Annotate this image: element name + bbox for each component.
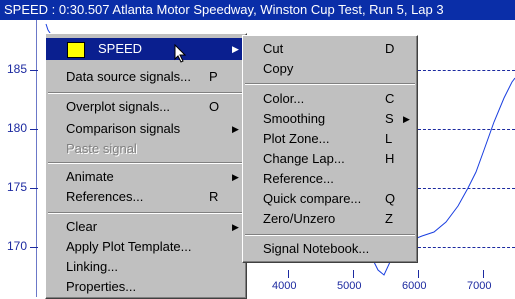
menu-item-label: References... bbox=[66, 189, 144, 204]
menu-item-shortcut: L bbox=[385, 131, 393, 146]
menu-item-smoothing[interactable]: Smoothing S ▶ bbox=[243, 108, 417, 130]
menu-separator bbox=[48, 212, 244, 214]
menu-item-copy[interactable]: Copy bbox=[243, 58, 417, 80]
signal-submenu[interactable]: Cut D Copy Color... C Smoothing S ▶ Plot… bbox=[242, 35, 418, 263]
menu-item-label: SPEED bbox=[98, 41, 143, 56]
menu-item-apply-plot-template[interactable]: Apply Plot Template... bbox=[46, 236, 246, 258]
menu-item-shortcut: Q bbox=[385, 191, 396, 206]
menu-item-label: Zero/Unzero bbox=[263, 211, 336, 226]
menu-item-label: Quick compare... bbox=[263, 191, 362, 206]
menu-item-label: Comparison signals bbox=[66, 121, 181, 136]
menu-item-shortcut: H bbox=[385, 151, 395, 166]
menu-item-signal-notebook[interactable]: Signal Notebook... bbox=[243, 238, 417, 260]
menu-item-label: Change Lap... bbox=[263, 151, 345, 166]
submenu-arrow-icon: ▶ bbox=[232, 124, 239, 134]
context-menu[interactable]: SPEED ▶ Data source signals... P Overplo… bbox=[45, 33, 247, 299]
menu-item-plot-zone[interactable]: Plot Zone... L bbox=[243, 128, 417, 150]
menu-item-label: Plot Zone... bbox=[263, 131, 330, 146]
menu-separator bbox=[245, 234, 415, 236]
menu-item-label: Data source signals... bbox=[66, 69, 192, 84]
menu-item-change-lap[interactable]: Change Lap... H bbox=[243, 148, 417, 170]
menu-item-label: Properties... bbox=[66, 279, 137, 294]
menu-item-reference[interactable]: Reference... bbox=[243, 168, 417, 190]
menu-item-label: Apply Plot Template... bbox=[66, 239, 192, 254]
menu-item-references[interactable]: References... R bbox=[46, 186, 246, 208]
menu-separator bbox=[48, 162, 244, 164]
menu-item-comparison-signals[interactable]: Comparison signals ▶ bbox=[46, 118, 246, 140]
submenu-arrow-icon: ▶ bbox=[403, 114, 410, 124]
menu-item-cut[interactable]: Cut D bbox=[243, 38, 417, 60]
menu-item-label: Paste signal bbox=[66, 141, 137, 156]
menu-item-paste-signal: Paste signal bbox=[46, 138, 246, 160]
menu-item-linking[interactable]: Linking... bbox=[46, 256, 246, 278]
menu-item-label: Clear bbox=[66, 219, 98, 234]
menu-item-overplot-signals[interactable]: Overplot signals... O bbox=[46, 96, 246, 118]
menu-item-label: Reference... bbox=[263, 171, 334, 186]
submenu-arrow-icon: ▶ bbox=[232, 222, 239, 232]
menu-item-label: Animate bbox=[66, 169, 114, 184]
menu-item-shortcut: R bbox=[209, 189, 219, 204]
menu-item-data-source-signals[interactable]: Data source signals... P bbox=[46, 66, 246, 88]
menu-item-animate[interactable]: Animate ▶ bbox=[46, 166, 246, 188]
submenu-arrow-icon: ▶ bbox=[232, 172, 239, 182]
menu-item-label: Copy bbox=[263, 61, 294, 76]
menu-item-label: Cut bbox=[263, 41, 284, 56]
menu-item-properties[interactable]: Properties... bbox=[46, 276, 246, 298]
menu-item-speed[interactable]: SPEED ▶ bbox=[46, 38, 246, 60]
menu-item-shortcut: Z bbox=[385, 211, 393, 226]
mouse-cursor-icon bbox=[174, 44, 187, 63]
menu-item-shortcut: S bbox=[385, 111, 394, 126]
menu-item-clear[interactable]: Clear ▶ bbox=[46, 216, 246, 238]
menu-separator bbox=[48, 92, 244, 94]
menu-item-quick-compare[interactable]: Quick compare... Q bbox=[243, 188, 417, 210]
menu-item-label: Signal Notebook... bbox=[263, 241, 370, 256]
menu-item-zero-unzero[interactable]: Zero/Unzero Z bbox=[243, 208, 417, 230]
menu-item-color[interactable]: Color... C bbox=[243, 88, 417, 110]
menu-item-label: Color... bbox=[263, 91, 305, 106]
menu-item-shortcut: O bbox=[209, 99, 220, 114]
menu-item-shortcut: D bbox=[385, 41, 395, 56]
menu-item-shortcut: C bbox=[385, 91, 395, 106]
menu-item-label: Smoothing bbox=[263, 111, 326, 126]
menu-item-label: Linking... bbox=[66, 259, 119, 274]
menu-item-label: Overplot signals... bbox=[66, 99, 171, 114]
menu-separator bbox=[245, 83, 415, 85]
menu-item-shortcut: P bbox=[209, 69, 218, 84]
submenu-arrow-icon: ▶ bbox=[232, 44, 239, 54]
signal-color-swatch bbox=[67, 42, 85, 58]
